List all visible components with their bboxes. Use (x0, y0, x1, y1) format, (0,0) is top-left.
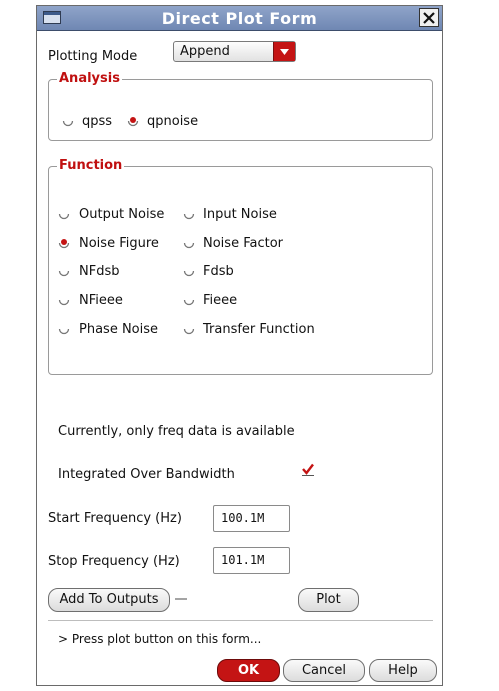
radio-qpss[interactable] (62, 116, 74, 128)
analysis-group: Analysis (48, 71, 433, 141)
radio-noise-figure[interactable] (58, 238, 70, 250)
info-text: Currently, only freq data is available (58, 424, 295, 439)
title-bar[interactable]: Direct Plot Form (37, 6, 442, 31)
radio-fieee[interactable] (183, 295, 195, 307)
dropdown-arrow-icon[interactable] (273, 42, 295, 61)
status-text: > Press plot button on this form... (58, 632, 262, 646)
close-button[interactable] (419, 8, 439, 27)
divider (48, 620, 433, 621)
radio-label-qpnoise: qpnoise (147, 114, 199, 129)
radio-output-noise[interactable] (58, 209, 70, 221)
add-to-outputs-checkbox[interactable] (175, 596, 187, 602)
radio-label-fdsb: Fdsb (203, 264, 234, 279)
plotting-mode-value: Append (180, 44, 230, 59)
stop-frequency-label: Stop Frequency (Hz) (48, 554, 180, 569)
integrated-checkbox[interactable] (301, 463, 315, 477)
radio-qpnoise[interactable] (127, 116, 139, 128)
plot-button[interactable]: Plot (298, 588, 359, 612)
start-frequency-input[interactable]: 100.1M (213, 505, 290, 532)
radio-phase-noise[interactable] (58, 324, 70, 336)
direct-plot-form-window: Direct Plot Form Plotting Mode Append An… (36, 5, 443, 686)
window-title: Direct Plot Form (161, 9, 318, 28)
plotting-mode-label: Plotting Mode (48, 49, 138, 64)
stop-frequency-input[interactable]: 101.1M (213, 547, 290, 574)
radio-label-noise-factor: Noise Factor (203, 236, 283, 251)
analysis-group-title: Analysis (57, 71, 122, 86)
radio-label-input-noise: Input Noise (203, 207, 277, 222)
radio-label-fieee: Fieee (203, 293, 238, 308)
radio-label-nfieee: NFieee (79, 293, 123, 308)
function-group-title: Function (57, 158, 125, 173)
radio-fdsb[interactable] (183, 266, 195, 278)
radio-label-qpss: qpss (82, 114, 113, 129)
radio-transfer-function[interactable] (183, 324, 195, 336)
radio-label-noise-figure: Noise Figure (79, 236, 159, 251)
radio-nfieee[interactable] (58, 295, 70, 307)
add-to-outputs-button[interactable]: Add To Outputs (48, 588, 170, 612)
cancel-button[interactable]: Cancel (283, 659, 365, 682)
close-icon (423, 11, 435, 24)
radio-nfdsb[interactable] (58, 266, 70, 278)
radio-label-phase-noise: Phase Noise (79, 322, 159, 337)
radio-label-transfer-function: Transfer Function (203, 322, 315, 337)
radio-noise-factor[interactable] (183, 238, 195, 250)
start-frequency-label: Start Frequency (Hz) (48, 511, 182, 526)
ok-button[interactable]: OK (217, 659, 280, 682)
radio-input-noise[interactable] (183, 209, 195, 221)
radio-label-output-noise: Output Noise (79, 207, 165, 222)
help-button[interactable]: Help (369, 659, 437, 682)
plotting-mode-dropdown[interactable]: Append (173, 41, 296, 62)
radio-label-nfdsb: NFdsb (79, 264, 120, 279)
integrated-label: Integrated Over Bandwidth (58, 467, 235, 482)
